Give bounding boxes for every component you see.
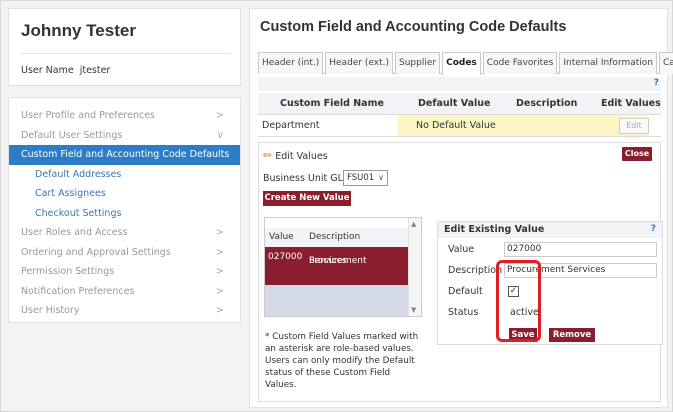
business-unit-value: FSU01 xyxy=(347,173,375,183)
edit-values-label: Edit Values xyxy=(275,151,328,162)
chevron-down-icon: ∨ xyxy=(216,129,224,141)
chevron-right-icon: > xyxy=(215,285,224,297)
value-input[interactable]: 027000 xyxy=(504,242,657,257)
user-full-name: Johnny Tester xyxy=(21,21,136,40)
chevron-right-icon: > xyxy=(215,227,224,238)
divider xyxy=(21,53,230,54)
close-button[interactable]: Close xyxy=(622,147,652,161)
list-header: Value Description xyxy=(265,228,408,247)
tab-internal-information[interactable]: Internal Information xyxy=(559,52,658,74)
username-label: User Name xyxy=(21,65,74,76)
column-header: Custom Field Name xyxy=(280,98,384,109)
nav-notification-preferences[interactable]: Notification Preferences > xyxy=(9,282,240,302)
list-column-header: Value xyxy=(269,232,294,242)
tab-cart[interactable]: Cart xyxy=(659,52,673,74)
business-unit-label: Business Unit GL xyxy=(263,173,343,184)
help-icon[interactable]: ? xyxy=(651,224,656,234)
chevron-right-icon: > xyxy=(215,110,224,121)
nav-label: Notification Preferences xyxy=(21,285,135,297)
tab-header-int[interactable]: Header (int.) xyxy=(258,52,324,74)
column-header: Edit Values xyxy=(601,98,661,109)
nav-label: Custom Field and Accounting Code Default… xyxy=(21,149,230,160)
list-item-value: 027000 xyxy=(268,252,303,262)
column-header: Default Value xyxy=(418,98,491,109)
remove-button[interactable]: Remove xyxy=(549,328,595,342)
edit-button[interactable]: Edit xyxy=(619,118,649,134)
nav-default-addresses[interactable]: Default Addresses xyxy=(9,165,240,185)
scroll-up-icon[interactable]: ▲ xyxy=(411,220,416,228)
field-name: Department xyxy=(262,120,320,131)
value-label: Value xyxy=(448,244,475,255)
list-empty-area xyxy=(265,285,408,316)
column-header: Description xyxy=(516,98,578,109)
nav-permission-settings[interactable]: Permission Settings > xyxy=(9,262,240,282)
role-based-note: * Custom Field Values marked with an ast… xyxy=(265,332,419,390)
table-row: Department No Default Value Edit xyxy=(258,115,661,137)
help-strip xyxy=(258,77,661,91)
nav-label: User Profile and Preferences xyxy=(21,110,155,121)
pencil-icon: ✏ xyxy=(263,149,273,162)
nav-cart-assignees[interactable]: Cart Assignees xyxy=(9,184,240,204)
nav-label: User Roles and Access xyxy=(21,227,128,238)
nav-label: Ordering and Approval Settings xyxy=(21,246,171,258)
description-label: Description xyxy=(448,265,503,276)
nav-ordering-approval[interactable]: Ordering and Approval Settings > xyxy=(9,243,240,263)
chevron-down-icon: ∨ xyxy=(378,173,384,182)
tab-code-favorites[interactable]: Code Favorites xyxy=(482,52,558,74)
edit-values-heading: ✏ Edit Values xyxy=(263,149,328,162)
highlight-annotation xyxy=(496,260,541,342)
chevron-right-icon: > xyxy=(215,305,224,316)
nav-label: Default User Settings xyxy=(21,129,123,141)
tab-supplier[interactable]: Supplier xyxy=(395,52,441,74)
list-scrollbar[interactable]: ▲ ▼ xyxy=(408,218,421,316)
tab-bar: Header (int.) Header (ext.) Supplier Cod… xyxy=(258,52,673,75)
app-window: Johnny Tester User Name jtester User Prof… xyxy=(0,0,673,412)
nav-label: Permission Settings xyxy=(21,266,115,277)
edit-existing-value-box: Edit Existing Value ? Value 027000 Descr… xyxy=(437,221,663,345)
tab-codes[interactable]: Codes xyxy=(442,52,481,75)
edit-values-section: ✏ Edit Values Close Business Unit GL FSU0… xyxy=(258,142,663,402)
default-value: No Default Value xyxy=(416,120,496,131)
settings-nav: User Profile and Preferences > Default Us… xyxy=(8,97,241,323)
status-label: Status xyxy=(448,307,479,318)
create-new-value-button[interactable]: Create New Value xyxy=(263,191,351,206)
username-value: jtester xyxy=(79,65,111,76)
nav-label: Cart Assignees xyxy=(35,188,106,199)
nav-custom-field-defaults[interactable]: Custom Field and Accounting Code Default… xyxy=(9,145,240,165)
chevron-right-icon: > xyxy=(215,246,224,258)
username-row: User Name jtester xyxy=(21,65,110,76)
nav-default-user-settings[interactable]: Default User Settings ∨ xyxy=(9,126,240,146)
nav-label: User History xyxy=(21,305,80,316)
table-header: Custom Field Name Default Value Descript… xyxy=(258,93,661,115)
page-title: Custom Field and Accounting Code Default… xyxy=(260,19,567,35)
default-label: Default xyxy=(448,286,483,297)
chevron-right-icon: > xyxy=(215,266,224,277)
nav-checkout-settings[interactable]: Checkout Settings xyxy=(9,204,240,224)
nav-user-history[interactable]: User History > xyxy=(9,301,240,321)
main-panel: Custom Field and Accounting Code Default… xyxy=(249,8,673,408)
values-list: Value Description 027000 Procurement Serv… xyxy=(264,217,422,317)
user-card: Johnny Tester User Name jtester xyxy=(8,8,241,86)
edit-existing-title: Edit Existing Value xyxy=(444,224,545,235)
scroll-down-icon[interactable]: ▼ xyxy=(411,306,416,314)
nav-user-profile[interactable]: User Profile and Preferences > xyxy=(9,106,240,126)
nav-label: Default Addresses xyxy=(35,168,122,180)
nav-label: Checkout Settings xyxy=(35,207,122,219)
help-icon[interactable]: ? xyxy=(654,78,659,88)
business-unit-select[interactable]: FSU01 ∨ xyxy=(343,170,388,186)
tab-header-ext[interactable]: Header (ext.) xyxy=(325,52,393,74)
list-column-header: Description xyxy=(309,232,361,242)
list-item-desc-line2: Services xyxy=(309,256,347,266)
nav-user-roles[interactable]: User Roles and Access > xyxy=(9,223,240,243)
list-item[interactable]: 027000 Procurement Services xyxy=(265,247,408,285)
